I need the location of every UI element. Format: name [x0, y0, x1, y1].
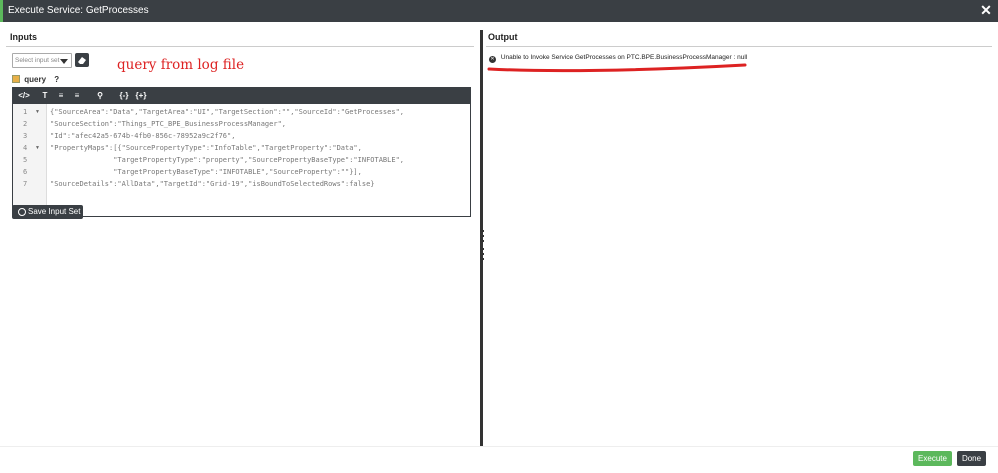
done-button[interactable]: Done [957, 451, 986, 466]
line-number: 4 [23, 144, 28, 152]
clear-inputs-button[interactable] [75, 53, 89, 67]
align-right-icon[interactable]: ≡ [72, 90, 82, 102]
infotable-icon [12, 75, 20, 83]
code-line: "SourceSection":"Things_PTC_BPE_Business… [50, 120, 287, 128]
query-param-label: query ? [12, 75, 59, 84]
save-input-set-label: Save Input Set [28, 207, 81, 216]
close-icon[interactable]: ✕ [978, 2, 994, 18]
execute-button[interactable]: Execute [913, 451, 952, 466]
align-left-icon[interactable]: ≡ [56, 90, 66, 102]
line-number: 1 [23, 108, 28, 116]
fold-arrow-icon[interactable]: ▼ [35, 109, 40, 115]
line-number: 3 [23, 132, 28, 140]
query-code-editor[interactable]: </> T ≡ ≡ ⚲ {-} {+} 1 ▼ 2 3 4 ▼ 5 6 7 {"… [12, 87, 471, 217]
output-header: Output [488, 32, 518, 42]
code-line: "Id":"afec42a5-674b-4fb0-856c-78952a9c2f… [50, 132, 236, 140]
code-line: "PropertyMaps":[{"SourcePropertyType":"I… [50, 144, 362, 152]
help-icon[interactable]: ? [54, 75, 59, 84]
save-input-set-button[interactable]: Save Input Set [12, 205, 83, 219]
line-number-gutter: 1 ▼ 2 3 4 ▼ 5 6 7 [13, 104, 47, 216]
output-error-text: Unable to Invoke Service GetProcesses on… [500, 54, 748, 61]
line-number: 5 [23, 156, 28, 164]
inputs-divider-line [6, 46, 474, 47]
line-number: 6 [23, 168, 28, 176]
input-set-placeholder: Select input set [15, 57, 60, 64]
code-line: "SourceDetails":"AllData","TargetId":"Gr… [50, 180, 375, 188]
input-set-select[interactable]: Select input set [12, 53, 72, 68]
editor-toolbar: </> T ≡ ≡ ⚲ {-} {+} [13, 88, 470, 104]
inputs-panel: Inputs Select input set query from log f… [0, 22, 480, 446]
eraser-icon [78, 57, 86, 64]
chevron-down-icon [60, 59, 68, 64]
footer-divider [0, 446, 998, 447]
annotation-underline [487, 63, 747, 73]
expand-icon[interactable]: {+} [134, 90, 148, 102]
line-number: 2 [23, 120, 28, 128]
inputs-header: Inputs [10, 32, 37, 42]
fold-arrow-icon[interactable]: ▼ [35, 145, 40, 151]
format-text-icon[interactable]: T [40, 90, 50, 102]
code-line: {"SourceArea":"Data","TargetArea":"UI","… [50, 108, 405, 116]
dialog-titlebar: Execute Service: GetProcesses ✕ [0, 0, 998, 22]
code-line: "TargetPropertyBaseType":"INFOTABLE","So… [50, 168, 362, 176]
line-number: 7 [23, 180, 28, 188]
dialog-title: Execute Service: GetProcesses [8, 5, 149, 16]
titlebar-accent [0, 0, 3, 22]
code-line: "TargetPropertyType":"property","SourceP… [50, 156, 405, 164]
search-icon[interactable]: ⚲ [95, 90, 105, 102]
output-divider-line [486, 46, 992, 47]
collapse-icon[interactable]: {-} [117, 90, 131, 102]
code-view-icon[interactable]: </> [17, 90, 31, 102]
annotation-text: query from log file [117, 57, 245, 73]
circle-icon [18, 208, 26, 216]
output-panel: Output ✕ Unable to Invoke Service GetPro… [483, 22, 998, 446]
query-label-text: query [24, 75, 47, 84]
